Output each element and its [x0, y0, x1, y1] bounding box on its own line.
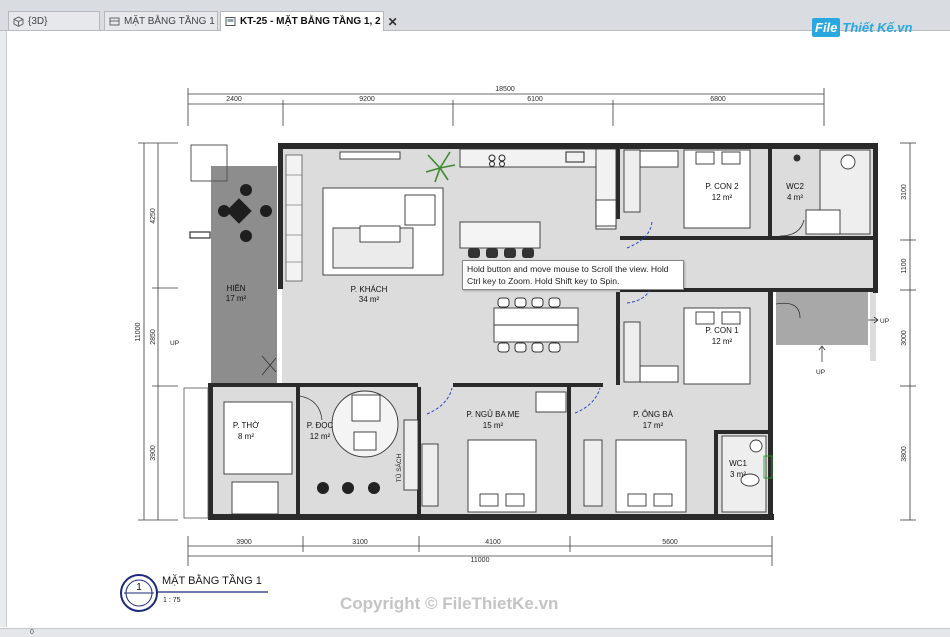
room-area-hien: 17 m² [226, 294, 247, 303]
wall-mid-center [453, 383, 603, 387]
wall-con2-bottom [620, 236, 876, 240]
room-area-ong-ba: 17 m² [643, 421, 664, 430]
wall-porch-top [768, 288, 876, 292]
wall-bottom [208, 514, 774, 520]
room-name-wc2: WC2 [786, 182, 804, 191]
logo-rest-text: Thiết Kế.vn [842, 19, 913, 35]
dim-bottom-seg: 3100 [352, 539, 368, 546]
room-name-wc1: WC1 [729, 459, 747, 468]
copyright-watermark: Copyright © FileThietKe.vn [340, 594, 559, 613]
room-area-tho: 8 m² [238, 432, 254, 441]
room-name-khach: P. KHÁCH [351, 285, 388, 294]
wall-right-lower [768, 288, 773, 520]
up-label: UP [170, 340, 179, 347]
dim-right-seg: 3100 [901, 184, 908, 200]
wall-con2-left [616, 149, 620, 219]
dim-top-total: 18500 [495, 86, 515, 93]
wall-top [278, 143, 878, 149]
dim-right-seg: 1100 [901, 258, 908, 273]
dim-left-total: 11000 [135, 322, 142, 341]
dim-top-seg: 2400 [226, 96, 242, 103]
wall-wc1-top [718, 430, 768, 434]
view-title-scale: 1 : 75 [163, 597, 181, 604]
wall-right-upper [873, 143, 878, 293]
dim-top-seg: 6800 [710, 96, 726, 103]
dim-right-seg: 3800 [901, 446, 908, 462]
reading-chairs [317, 482, 380, 494]
room-area-con1: 12 m² [712, 337, 733, 346]
room-name-hien: HIÊN [226, 284, 245, 293]
tu-sach-label: TỦ SÁCH [394, 453, 403, 482]
floor-plan-drawing[interactable]: 18500 2400 9200 6100 6800 3900 3100 4100… [0, 0, 950, 636]
room-name-con2: P. CON 2 [705, 182, 739, 191]
bedroom-ong-ba-furniture [583, 439, 687, 513]
logo-file-text: File [812, 17, 841, 37]
left-planter [183, 387, 209, 519]
view-title-name: MẶT BẰNG TẦNG 1 [162, 575, 262, 587]
dim-top-seg: 9200 [359, 96, 375, 103]
dim-right-seg: 3000 [901, 330, 908, 346]
room-area-wc1: 3 m² [730, 470, 746, 479]
wall-con1-left [616, 292, 620, 385]
room-area-con2: 12 m² [712, 193, 733, 202]
wall-con2-wc2 [768, 149, 772, 240]
dim-bottom-seg: 5600 [662, 539, 678, 546]
dim-left-seg: 4250 [150, 208, 157, 224]
navigation-tooltip: Hold button and move mouse to Scroll the… [462, 260, 684, 290]
room-area-khach: 34 m² [359, 295, 380, 304]
dim-top-seg: 6100 [527, 96, 543, 103]
wall-mid-left [208, 383, 418, 387]
up-label: UP [880, 318, 889, 325]
porch-right-step [870, 291, 876, 361]
wall-tho-doc [296, 387, 300, 515]
room-name-con1: P. CON 1 [705, 326, 739, 335]
room-name-ong-ba: P. ÔNG BÀ [633, 410, 674, 419]
dim-left-seg: 2850 [150, 329, 157, 345]
room-area-wc2: 4 m² [787, 193, 803, 202]
dim-bottom-total: 11000 [471, 557, 490, 564]
room-area-ngu-ba-me: 15 m² [483, 421, 504, 430]
side-window [189, 231, 211, 239]
wall-living-left [278, 143, 283, 289]
room-name-ngu-ba-me: P. NGỦ BA MẸ [466, 410, 519, 419]
room-area-doc: 12 m² [310, 432, 331, 441]
wall-wc1-left [714, 430, 718, 516]
porch-hien [211, 166, 277, 384]
room-name-doc: P. ĐỌC [307, 421, 334, 430]
room-name-tho: P. THỜ [233, 421, 259, 430]
dim-bottom-seg: 4100 [485, 539, 501, 546]
up-label: UP [816, 369, 825, 376]
wall-left-lower [208, 384, 213, 518]
dim-bottom-seg: 3900 [236, 539, 252, 546]
porch-right [776, 291, 868, 345]
dim-left-seg: 3900 [150, 445, 157, 461]
view-number: 1 [136, 582, 142, 593]
wall-ngu-ongba [567, 387, 571, 515]
filethietke-logo: File Thiết Kế.vn [812, 14, 912, 40]
status-left-value: 0 [30, 629, 34, 636]
